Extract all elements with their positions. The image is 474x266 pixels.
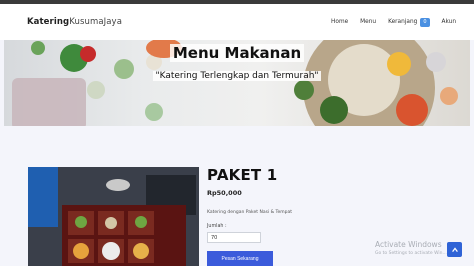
watermark-title: Activate Windows xyxy=(375,240,442,249)
product-image xyxy=(28,167,199,266)
bento-boxes-photo xyxy=(28,167,199,266)
nav-item-cart[interactable]: Keranjang 0 xyxy=(388,17,430,27)
nav-item-label: Keranjang xyxy=(388,19,418,25)
navbar: KateringKusumaJaya Home Menu Keranjang 0… xyxy=(0,4,474,40)
product-price: Rp50,000 xyxy=(207,189,242,197)
product-name: PAKET 1 xyxy=(207,166,278,184)
windows-activation-watermark: Activate Windows Go to Settings to activ… xyxy=(375,240,447,256)
watermark-subtitle: Go to Settings to activate Win... xyxy=(375,251,447,256)
order-now-button[interactable]: Pesan Sekarang xyxy=(207,251,273,266)
nav-item-label: Home xyxy=(331,19,349,25)
nav-item-home[interactable]: Home xyxy=(331,19,348,25)
product-description: Katering dengan Paket Nasi & Tempat xyxy=(207,210,293,215)
brand-logo[interactable]: KateringKusumaJaya xyxy=(27,17,122,27)
nav-item-label: Menu xyxy=(360,19,377,25)
nav-item-account[interactable]: Akun xyxy=(442,19,457,25)
cart-count-badge: 0 xyxy=(420,17,430,27)
nav-menu: Home Menu Keranjang 0 Akun xyxy=(331,17,457,27)
hero-title: Menu Makanan xyxy=(4,44,470,62)
nav-item-menu[interactable]: Menu xyxy=(360,19,376,25)
quantity-input[interactable] xyxy=(207,232,261,243)
brand-light: KusumaJaya xyxy=(69,17,122,27)
nav-item-label: Akun xyxy=(441,19,457,25)
brand-bold: Katering xyxy=(27,17,70,27)
quantity-label: Jumlah : xyxy=(207,224,227,229)
hero-subtitle: "Katering Terlengkap dan Termurah" xyxy=(153,71,321,81)
scroll-to-top-button[interactable] xyxy=(447,242,462,257)
hero-banner: Menu Makanan "Katering Terlengkap dan Te… xyxy=(4,40,470,126)
chevron-up-icon xyxy=(451,246,458,252)
